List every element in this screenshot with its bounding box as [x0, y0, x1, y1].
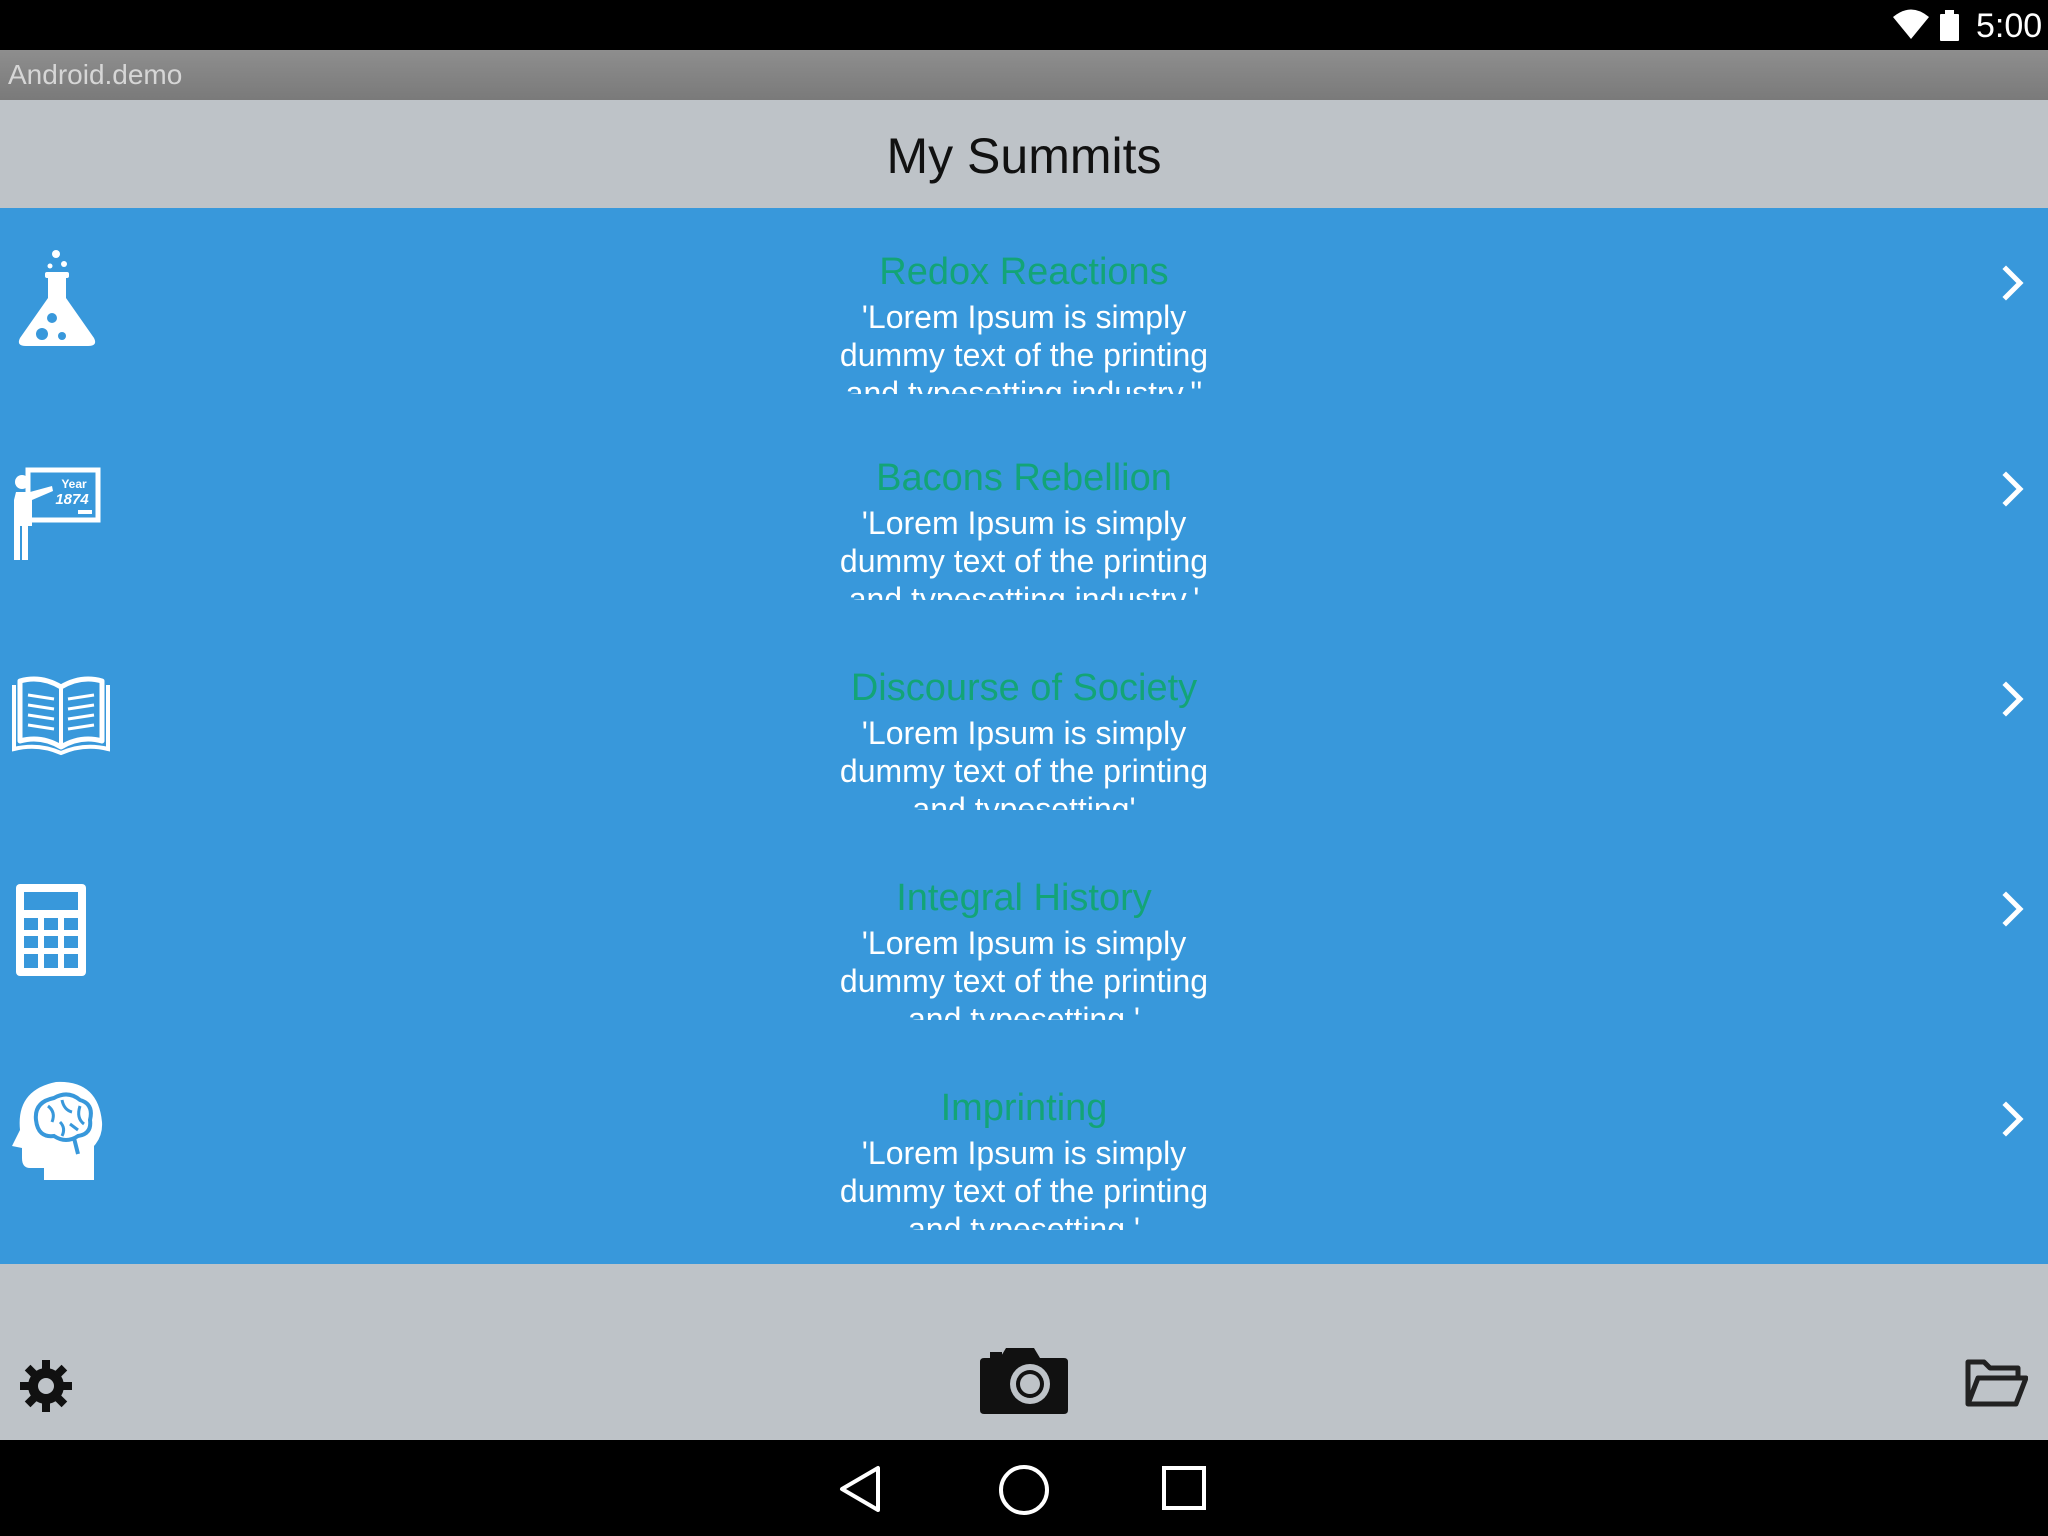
summit-description: 'Lorem Ipsum is simply dummy text of the…	[839, 505, 1209, 600]
summit-title: Bacons Rebellion	[876, 457, 1172, 499]
summit-row[interactable]: Year 1874 Bacons Rebellion 'Lorem Ipsum …	[0, 418, 2048, 628]
teacher-board-icon: Year 1874	[14, 467, 101, 560]
summit-row[interactable]: Redox Reactions 'Lorem Ipsum is simply d…	[0, 208, 2048, 418]
summit-description: 'Lorem Ipsum is simply dummy text of the…	[839, 299, 1209, 394]
svg-text:1874: 1874	[55, 491, 89, 508]
battery-icon	[1940, 10, 1959, 41]
chevron-right-icon[interactable]	[1994, 263, 2034, 303]
recents-icon[interactable]	[1160, 1464, 1208, 1512]
summit-title: Imprinting	[940, 1087, 1108, 1129]
system-nav-bar	[0, 1440, 2048, 1536]
summit-title: Integral History	[896, 877, 1152, 919]
calculator-icon	[16, 884, 86, 976]
summit-row[interactable]: Imprinting 'Lorem Ipsum is simply dummy …	[0, 1048, 2048, 1258]
bottom-toolbar	[0, 1264, 2048, 1440]
chevron-right-icon[interactable]	[1994, 889, 2034, 929]
svg-text:Year: Year	[61, 477, 87, 491]
page-title: My Summits	[886, 128, 1162, 184]
chevron-right-icon[interactable]	[1994, 1099, 2034, 1139]
summit-row[interactable]: Integral History 'Lorem Ipsum is simply …	[0, 838, 2048, 1048]
back-icon[interactable]	[836, 1464, 886, 1514]
app-name: Android.demo	[8, 59, 183, 90]
summit-row[interactable]: Discourse of Society 'Lorem Ipsum is sim…	[0, 628, 2048, 838]
wifi-icon	[1893, 9, 1929, 39]
summit-row-text: Integral History 'Lorem Ipsum is simply …	[774, 874, 1274, 1020]
summit-row-text: Redox Reactions 'Lorem Ipsum is simply d…	[774, 248, 1274, 394]
summit-description: 'Lorem Ipsum is simply dummy text of the…	[839, 1135, 1209, 1230]
summit-row-text: Imprinting 'Lorem Ipsum is simply dummy …	[774, 1084, 1274, 1230]
summit-description: 'Lorem Ipsum is simply dummy text of the…	[839, 715, 1209, 810]
brain-head-icon	[12, 1081, 103, 1180]
summit-title: Discourse of Society	[850, 667, 1198, 709]
open-book-icon	[12, 676, 110, 756]
app-title-bar: Android.demo	[0, 50, 2048, 100]
summit-title: Redox Reactions	[879, 251, 1169, 293]
chevron-right-icon[interactable]	[1994, 469, 2034, 509]
summit-row-text: Bacons Rebellion 'Lorem Ipsum is simply …	[774, 454, 1274, 600]
gear-icon[interactable]	[18, 1358, 74, 1414]
chevron-right-icon[interactable]	[1994, 679, 2034, 719]
summit-description: 'Lorem Ipsum is simply dummy text of the…	[839, 925, 1209, 1020]
screen: 5:00 Android.demo My Summits Redox React…	[0, 0, 2048, 1536]
camera-icon[interactable]	[978, 1346, 1070, 1414]
flask-icon	[18, 250, 96, 346]
page-header: My Summits	[0, 100, 2048, 208]
summit-row-text: Discourse of Society 'Lorem Ipsum is sim…	[774, 664, 1274, 810]
home-icon[interactable]	[998, 1464, 1050, 1516]
status-time: 5:00	[1976, 7, 2043, 45]
summit-list: Redox Reactions 'Lorem Ipsum is simply d…	[0, 208, 2048, 1264]
folder-icon[interactable]	[1964, 1356, 2028, 1408]
status-bar: 5:00	[0, 0, 2048, 50]
